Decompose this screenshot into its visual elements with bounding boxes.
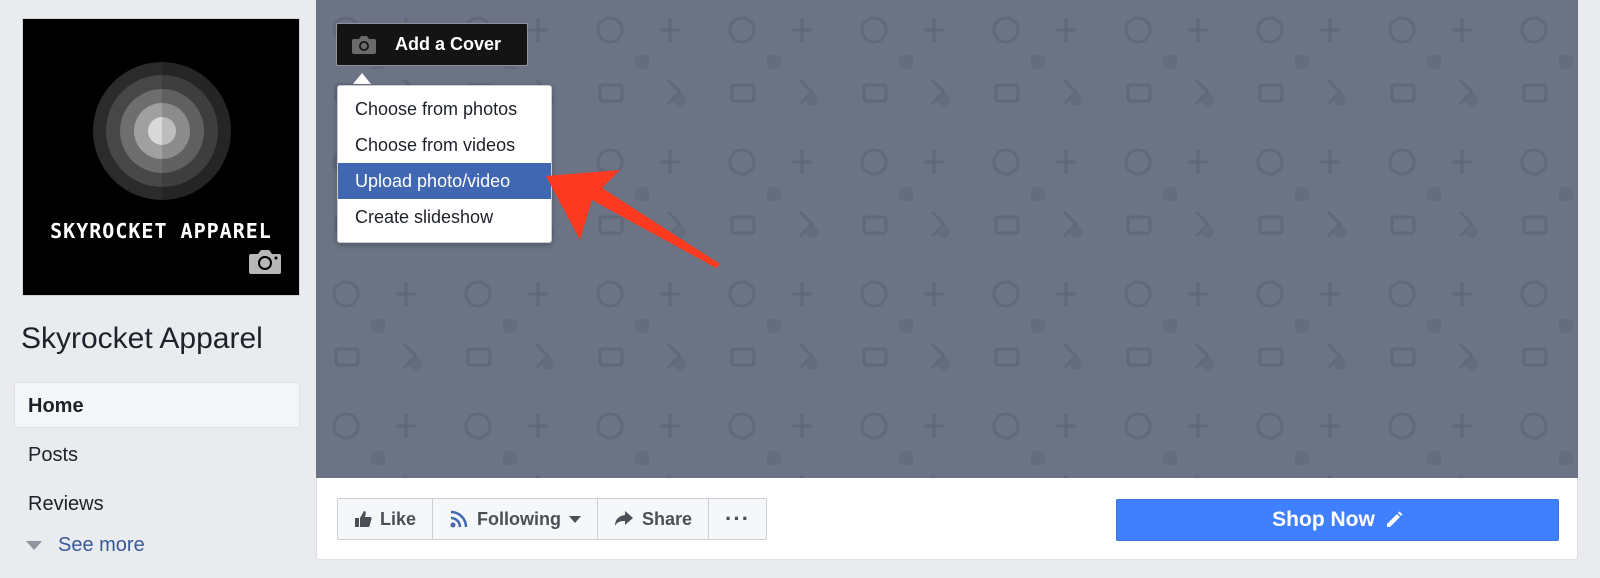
annotation-arrow-icon: [546, 170, 720, 268]
logo-text: SKYROCKET APPAREL: [50, 219, 272, 243]
camera-icon: [351, 35, 377, 55]
nav-item-reviews[interactable]: Reviews: [14, 480, 300, 526]
share-arrow-icon: [614, 510, 634, 528]
triangle-down-icon: [26, 541, 42, 550]
dropdown-caret-icon: [569, 515, 582, 523]
menu-item-choose-videos[interactable]: Choose from videos: [338, 127, 551, 163]
more-options-button[interactable]: ···: [709, 499, 766, 539]
add-cover-label: Add a Cover: [395, 34, 502, 54]
menu-item-slideshow[interactable]: Create slideshow: [338, 199, 551, 235]
following-button[interactable]: Following: [433, 499, 599, 539]
menu-item-upload[interactable]: Upload photo/video: [338, 163, 551, 199]
shop-now-button[interactable]: Shop Now: [1116, 499, 1559, 541]
add-cover-menu: Choose from photos Choose from videos Up…: [337, 85, 552, 243]
page-nav: Home Posts Reviews: [14, 382, 300, 529]
camera-icon[interactable]: [247, 248, 283, 281]
pencil-icon[interactable]: [1385, 511, 1403, 529]
see-more-label: See more: [58, 534, 145, 556]
like-label: Like: [380, 508, 417, 529]
like-button[interactable]: Like: [338, 499, 434, 539]
action-button-group: Like Following Share ···: [337, 498, 768, 540]
nav-item-posts[interactable]: Posts: [14, 431, 300, 477]
nav-item-home[interactable]: Home: [14, 382, 300, 428]
rss-icon: [449, 509, 469, 529]
add-cover-button[interactable]: Add a Cover: [336, 23, 528, 66]
share-button[interactable]: Share: [598, 499, 710, 539]
page-title: Skyrocket Apparel: [21, 322, 263, 355]
menu-item-choose-photos[interactable]: Choose from photos: [338, 91, 551, 127]
menu-caret: [353, 73, 371, 84]
see-more-link[interactable]: See more: [26, 534, 145, 557]
thumbs-up-icon: [354, 510, 372, 528]
profile-picture[interactable]: SKYROCKET APPAREL: [22, 18, 300, 296]
shop-now-label: Shop Now: [1272, 508, 1375, 531]
share-label: Share: [642, 508, 693, 529]
following-label: Following: [477, 508, 562, 529]
